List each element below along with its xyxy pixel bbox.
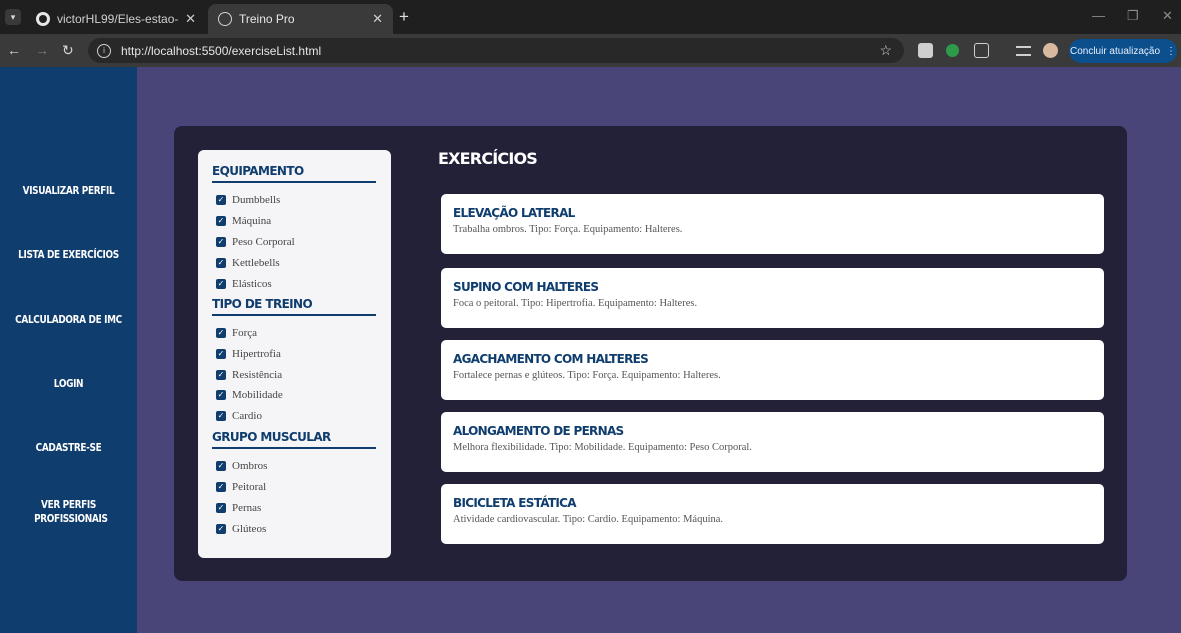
tab-search-icon[interactable]: ▾	[5, 9, 21, 25]
exercise-name: ALONGAMENTO DE PERNAS	[453, 424, 624, 438]
filter-heading-muscle-group: GRUPO MUSCULAR	[212, 430, 376, 449]
exercise-card[interactable]: ELEVAÇÃO LATERAL Trabalha ombros. Tipo: …	[441, 194, 1104, 254]
bookmark-star-icon[interactable]: ☆	[879, 42, 892, 59]
close-tab-icon[interactable]: ✕	[185, 11, 196, 27]
filter-heading-training-type: TIPO DE TREINO	[212, 297, 376, 316]
tab-treino-pro[interactable]: Treino Pro ✕	[208, 4, 393, 34]
site-info-icon[interactable]: i	[97, 43, 111, 58]
filters-panel: EQUIPAMENTO ✓ Dumbbells ✓ Máquina ✓ Peso Co…	[198, 150, 391, 558]
exercise-name: ELEVAÇÃO LATERAL	[453, 206, 575, 220]
checkbox-checked-icon[interactable]: ✓	[216, 279, 226, 289]
exercise-description: Melhora flexibilidade. Tipo: Mobilidade.…	[453, 442, 752, 453]
filter-option[interactable]: ✓ Ombros	[216, 460, 267, 472]
exercise-name: AGACHAMENTO COM HALTERES	[453, 352, 649, 366]
checkbox-checked-icon[interactable]: ✓	[216, 411, 226, 421]
filter-option[interactable]: ✓ Força	[216, 327, 257, 339]
checkbox-checked-icon[interactable]: ✓	[216, 390, 226, 400]
github-icon	[36, 12, 50, 26]
extensions-puzzle-icon[interactable]	[974, 43, 989, 58]
checkbox-checked-icon[interactable]: ✓	[216, 482, 226, 492]
nav-exercise-list[interactable]: LISTA DE EXERCÍCIOS	[10, 248, 126, 262]
filter-option[interactable]: ✓ Mobilidade	[216, 389, 283, 401]
maximize-icon[interactable]: ❐	[1127, 8, 1139, 24]
nav-bmi-calculator[interactable]: CALCULADORA DE IMC	[10, 313, 126, 327]
exercise-description: Atividade cardiovascular. Tipo: Cardio. …	[453, 514, 724, 525]
exercise-description: Trabalha ombros. Tipo: Força. Equipament…	[453, 224, 683, 235]
update-button[interactable]: Concluir atualização ⋮	[1069, 39, 1177, 63]
checkbox-checked-icon[interactable]: ✓	[216, 216, 226, 226]
filter-option[interactable]: ✓ Glúteos	[216, 523, 266, 535]
filter-option[interactable]: ✓ Pernas	[216, 502, 261, 514]
browser-toolbar: ← → ↻ i http://localhost:5500/exerciseLi…	[0, 34, 1181, 67]
back-icon[interactable]: ←	[7, 42, 21, 58]
exercise-description: Foca o peitoral. Tipo: Hipertrofia. Equi…	[453, 298, 698, 309]
filter-option[interactable]: ✓ Peso Corporal	[216, 236, 295, 248]
window-close-icon[interactable]: ✕	[1162, 8, 1173, 24]
checkbox-checked-icon[interactable]: ✓	[216, 503, 226, 513]
filter-option[interactable]: ✓ Kettlebells	[216, 257, 280, 269]
new-tab-icon[interactable]: +	[399, 7, 409, 27]
nav-signup[interactable]: CADASTRE-SE	[10, 441, 126, 455]
more-options-icon[interactable]: ⋮	[1166, 46, 1176, 57]
checkbox-checked-icon[interactable]: ✓	[216, 237, 226, 247]
forward-icon[interactable]: →	[35, 42, 49, 58]
filter-option[interactable]: ✓ Cardio	[216, 410, 262, 422]
exercise-card[interactable]: SUPINO COM HALTERES Foca o peitoral. Tip…	[441, 268, 1104, 328]
tab-title: Treino Pro	[239, 12, 295, 26]
filter-heading-equipment: EQUIPAMENTO	[212, 164, 376, 183]
exercise-name: SUPINO COM HALTERES	[453, 280, 599, 294]
globe-icon	[218, 12, 232, 26]
nav-view-profile[interactable]: VISUALIZAR PERFIL	[10, 184, 126, 198]
url-text[interactable]: http://localhost:5500/exerciseList.html	[121, 44, 321, 58]
checkbox-checked-icon[interactable]: ✓	[216, 349, 226, 359]
minimize-icon[interactable]: —	[1092, 8, 1105, 23]
reload-icon[interactable]: ↻	[62, 42, 74, 59]
checkbox-checked-icon[interactable]: ✓	[216, 195, 226, 205]
checkbox-checked-icon[interactable]: ✓	[216, 461, 226, 471]
filter-option[interactable]: ✓ Dumbbells	[216, 194, 280, 206]
filter-option[interactable]: ✓ Hipertrofia	[216, 348, 281, 360]
checkbox-checked-icon[interactable]: ✓	[216, 524, 226, 534]
exercise-description: Fortalece pernas e glúteos. Tipo: Força.…	[453, 370, 721, 381]
extension-icon[interactable]	[918, 43, 933, 58]
extension-green-icon[interactable]	[946, 44, 959, 57]
browser-tabstrip: ▾ victorHL99/Eles-estao-entre-no ✕ Trein…	[0, 0, 1181, 34]
reading-list-icon[interactable]	[1016, 46, 1031, 56]
address-bar[interactable]: i http://localhost:5500/exerciseList.htm…	[88, 38, 904, 63]
exercise-card[interactable]: ALONGAMENTO DE PERNAS Melhora flexibilid…	[441, 412, 1104, 472]
filter-option[interactable]: ✓ Elásticos	[216, 278, 272, 290]
exercise-card[interactable]: AGACHAMENTO COM HALTERES Fortalece perna…	[441, 340, 1104, 400]
nav-login[interactable]: LOGIN	[10, 377, 126, 391]
tab-title: victorHL99/Eles-estao-entre-no	[57, 12, 179, 26]
close-tab-icon[interactable]: ✕	[372, 11, 383, 27]
exercise-name: BICICLETA ESTÁTICA	[453, 496, 577, 510]
exercise-card[interactable]: BICICLETA ESTÁTICA Atividade cardiovascu…	[441, 484, 1104, 544]
filter-option[interactable]: ✓ Peitoral	[216, 481, 266, 493]
checkbox-checked-icon[interactable]: ✓	[216, 258, 226, 268]
exercises-heading: EXERCÍCIOS	[438, 149, 538, 168]
checkbox-checked-icon[interactable]: ✓	[216, 328, 226, 338]
sidebar: VISUALIZAR PERFIL LISTA DE EXERCÍCIOS CA…	[0, 67, 137, 633]
profile-avatar[interactable]	[1043, 43, 1058, 58]
filter-option[interactable]: ✓ Máquina	[216, 215, 271, 227]
checkbox-checked-icon[interactable]: ✓	[216, 370, 226, 380]
filter-option[interactable]: ✓ Resistência	[216, 369, 282, 381]
tab-github[interactable]: victorHL99/Eles-estao-entre-no ✕	[26, 4, 206, 34]
nav-view-professionals[interactable]: VER PERFIS PROFISSIONAIS	[10, 498, 126, 526]
update-button-label: Concluir atualização	[1069, 45, 1161, 57]
